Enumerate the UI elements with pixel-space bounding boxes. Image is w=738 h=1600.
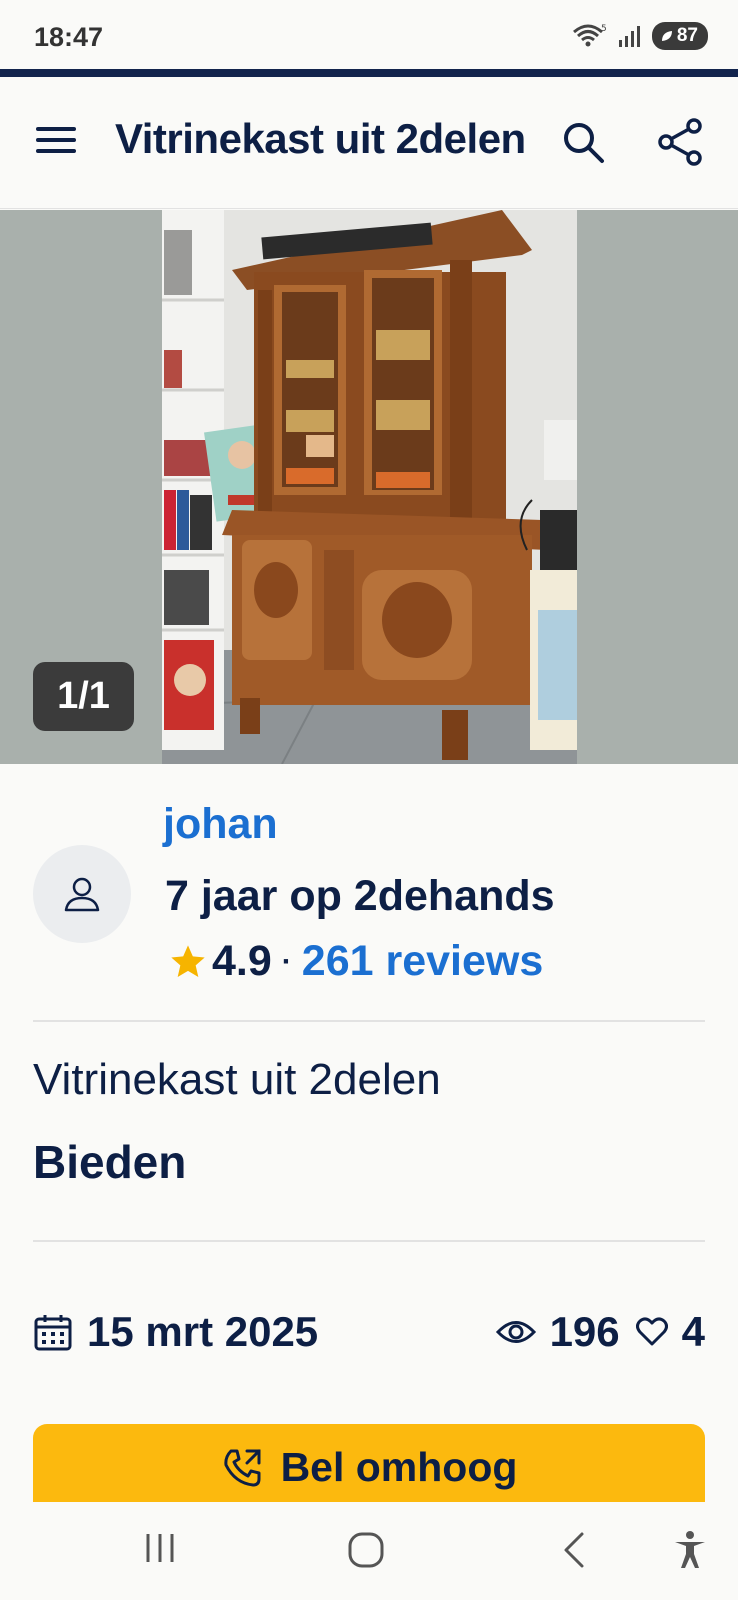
recents-icon[interactable] [142,1530,178,1566]
app-header: Vitrinekast uit 2delen [0,77,738,209]
seller-rating: 4.9 · 261 reviews [168,937,543,986]
heart-icon [635,1317,668,1346]
reviews-link[interactable]: 261 reviews [302,937,543,986]
status-time: 18:47 [34,22,104,52]
svg-text:5: 5 [601,24,607,34]
home-icon[interactable] [346,1530,386,1570]
battery-level: 87 [676,25,698,46]
search-icon[interactable] [560,119,608,167]
photo-gallery[interactable]: 1/1 [0,210,738,764]
accessibility-icon[interactable] [672,1530,708,1570]
views-count: 196 [549,1308,620,1355]
divider [33,1020,705,1022]
listing-title: Vitrinekast uit 2delen [33,1055,441,1104]
hamburger-menu-icon[interactable] [36,127,76,159]
user-icon [64,877,100,912]
listing-stats: 196 4 [495,1308,705,1356]
status-bar: 18:47 5 87 [0,0,738,68]
divider [33,1240,705,1242]
seller-membership: 7 jaar op 2dehands [165,872,555,920]
seller-avatar[interactable] [33,845,131,943]
seller-name-link[interactable]: johan [163,800,278,849]
battery-indicator: 87 [651,22,708,50]
listing-price: Bieden [33,1136,187,1188]
listing-meta: 15 mrt 2025 196 4 [33,1308,705,1364]
call-button-label: Bel omhoog [280,1444,518,1490]
image-counter: 1/1 [33,662,134,731]
top-accent-bar [0,69,738,77]
share-icon[interactable] [656,117,706,167]
listing-photo[interactable] [162,210,577,764]
status-icons: 5 87 [572,22,708,50]
cell-signal-icon [618,26,640,47]
rating-separator: · [281,944,292,978]
phone-call-icon [223,1449,261,1486]
battery-saver-icon [661,31,672,41]
calendar-icon [34,1315,72,1351]
listing-date: 15 mrt 2025 [33,1308,318,1356]
wifi-5g-icon: 5 [572,24,607,47]
back-icon[interactable] [558,1530,588,1570]
favorites-count: 4 [681,1308,705,1355]
date-text: 15 mrt 2025 [87,1308,319,1355]
page-title: Vitrinekast uit 2delen [115,115,526,162]
star-icon [171,944,205,977]
eye-icon [495,1321,536,1343]
system-nav-bar [0,1502,738,1600]
rating-value: 4.9 [212,937,272,985]
